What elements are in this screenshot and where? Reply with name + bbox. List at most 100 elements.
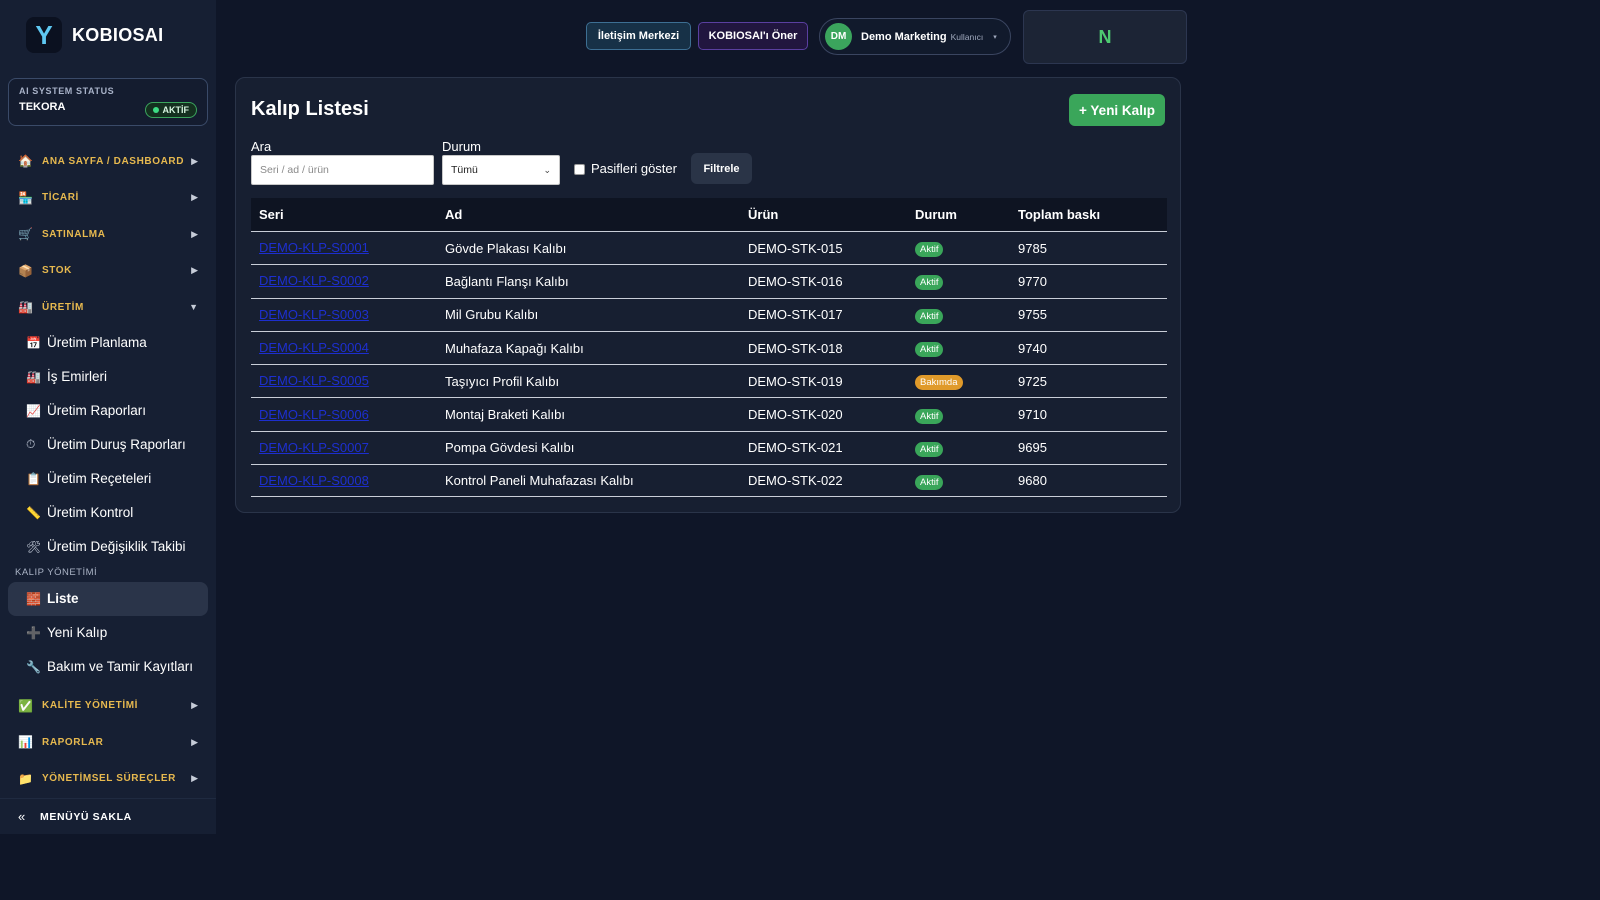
sidebar-item-label: Üretim Duruş Raporları	[47, 437, 186, 452]
search-label: Ara	[251, 139, 272, 154]
search-input[interactable]	[251, 155, 434, 185]
folder-icon: 📁	[18, 771, 33, 786]
ai-system-status-box: AI SYSTEM STATUS TEKORA AKTİF	[8, 78, 208, 126]
table-row[interactable]: DEMO-KLP-S0002 Bağlantı Flanşı Kalıbı DEMO…	[251, 264, 1167, 297]
mold-serial-link[interactable]: DEMO-KLP-S0008	[259, 473, 369, 488]
mold-serial-link[interactable]: DEMO-KLP-S0005	[259, 373, 369, 388]
avatar: DM	[825, 23, 852, 50]
sidebar-group-stok[interactable]: 📦 STOK ▶	[0, 253, 216, 290]
user-role: Kullanıcı	[950, 31, 984, 42]
bar-chart-icon: 📊	[18, 735, 33, 750]
sidebar-group-satinalma[interactable]: 🛒 SATINALMA ▶	[0, 216, 216, 253]
sidebar: Y KOBIOSAI AI SYSTEM STATUS TEKORA AKTİF…	[0, 0, 216, 834]
sidebar-item-degisiklik-takibi[interactable]: 🛠 Üretim Değişiklik Takibi	[8, 530, 208, 564]
mold-serial-link[interactable]: DEMO-KLP-S0002	[259, 273, 369, 288]
sidebar-item-bakim-tamir[interactable]: 🔧 Bakım ve Tamir Kayıtları	[8, 650, 208, 684]
sidebar-item-receteler[interactable]: 📋 Üretim Reçeteleri	[8, 462, 208, 496]
mold-name-cell: Montaj Braketi Kalıbı	[445, 407, 565, 423]
hide-menu-button[interactable]: « MENÜYÜ SAKLA	[0, 798, 216, 834]
sidebar-group-label: SATINALMA	[42, 228, 106, 240]
sidebar-item-is-emirleri[interactable]: 🏭 İş Emirleri	[8, 360, 208, 394]
contact-center-button[interactable]: İletişim Merkezi	[586, 22, 691, 50]
sidebar-group-uretim[interactable]: 🏭 ÜRETİM ▼	[0, 289, 216, 326]
status-badge: Aktif	[915, 441, 944, 457]
total-prints-cell: 9785	[1018, 240, 1047, 256]
column-header-name[interactable]: Ad	[445, 207, 748, 222]
total-prints-cell: 9680	[1018, 473, 1047, 489]
brand-name: KOBIOSAI	[72, 24, 164, 45]
sidebar-group-label: YÖNETİMSEL SÜREÇLER	[42, 773, 177, 785]
mold-name-cell: Mil Grubu Kalıbı	[445, 307, 539, 323]
mold-name-cell: Gövde Plakası Kalıbı	[445, 240, 567, 256]
table-row[interactable]: DEMO-KLP-S0006 Montaj Braketi Kalıbı DEMO-…	[251, 397, 1167, 430]
sidebar-group-raporlar[interactable]: 📊 RAPORLAR ▶	[0, 724, 216, 761]
total-prints-cell: 9770	[1018, 273, 1047, 289]
show-passive-label[interactable]: Pasifleri göster	[591, 161, 677, 176]
status-badge: Aktif	[915, 275, 944, 291]
table-row[interactable]: DEMO-KLP-S0003 Mil Grubu Kalıbı DEMO-STK-0…	[251, 297, 1167, 331]
status-badge: Aktif	[915, 474, 944, 490]
total-prints-cell: 9725	[1018, 373, 1047, 389]
column-header-status[interactable]: Durum	[915, 207, 1018, 222]
hide-menu-label: MENÜYÜ SAKLA	[40, 810, 132, 823]
sidebar-item-uretim-raporlari[interactable]: 📈 Üretim Raporları	[8, 394, 208, 428]
mold-name-cell: Muhafaza Kapağı Kalıbı	[445, 340, 584, 356]
user-menu[interactable]: DM Demo Marketing Kullanıcı ▾	[819, 18, 1011, 55]
sidebar-group-yonetimsel[interactable]: 📁 YÖNETİMSEL SÜREÇLER ▶	[0, 761, 216, 798]
mold-serial-link[interactable]: DEMO-KLP-S0004	[259, 340, 369, 355]
clipboard-icon: 📋	[26, 471, 41, 486]
table-row[interactable]: DEMO-KLP-S0001 Gövde Plakası Kalıbı DEMO-S…	[251, 231, 1167, 264]
table-row[interactable]: DEMO-KLP-S0005 Taşıyıcı Profil Kalıbı DEMO…	[251, 364, 1167, 397]
status-filter-select[interactable]: Tümü ⌄	[442, 155, 560, 185]
caret-down-icon: ▾	[993, 33, 997, 41]
sidebar-group-kalite[interactable]: ✅ KALİTE YÖNETİMİ ▶	[0, 688, 216, 725]
sidebar-nav: 🏠 ANA SAYFA / DASHBOARD ▶ 🏪 TİCARİ ▶ 🛒 S…	[0, 143, 216, 797]
chevron-right-icon: ▶	[191, 228, 198, 239]
sidebar-item-kalip-liste[interactable]: 🧱 Liste	[8, 581, 208, 616]
sidebar-group-label: TİCARİ	[42, 192, 79, 204]
mold-serial-link[interactable]: DEMO-KLP-S0001	[259, 240, 369, 255]
status-badge: Aktif	[915, 308, 944, 324]
mold-name-cell: Kontrol Paneli Muhafazası Kalıbı	[445, 473, 634, 489]
total-prints-cell: 9695	[1018, 440, 1047, 456]
sidebar-group-label: ANA SAYFA / DASHBOARD	[42, 155, 185, 167]
sidebar-item-label: Bakım ve Tamir Kayıtları	[47, 659, 194, 674]
column-header-product[interactable]: Ürün	[748, 207, 915, 222]
sidebar-item-label: Liste	[47, 591, 79, 606]
box-icon: 📦	[18, 263, 33, 278]
total-prints-cell: 9710	[1018, 407, 1047, 423]
chevron-down-icon: ▼	[189, 302, 198, 313]
brand[interactable]: Y KOBIOSAI	[0, 0, 216, 70]
status-filter-label: Durum	[442, 139, 482, 154]
product-cell: DEMO-STK-022	[748, 473, 843, 489]
sidebar-group-ticari[interactable]: 🏪 TİCARİ ▶	[0, 180, 216, 217]
sidebar-item-yeni-kalip[interactable]: ➕ Yeni Kalıp	[8, 616, 208, 650]
sidebar-group-dashboard[interactable]: 🏠 ANA SAYFA / DASHBOARD ▶	[0, 143, 216, 180]
column-header-serial[interactable]: Seri	[251, 207, 445, 222]
table-row[interactable]: DEMO-KLP-S0007 Pompa Gövdesi Kalıbı DEMO-S…	[251, 430, 1167, 464]
status-badge-label: AKTİF	[162, 105, 190, 115]
show-passive-checkbox[interactable]	[574, 164, 585, 175]
column-header-total[interactable]: Toplam baskı	[1018, 207, 1167, 222]
ruler-icon: 📏	[26, 505, 41, 520]
mold-serial-link[interactable]: DEMO-KLP-S0007	[259, 440, 369, 455]
table-row[interactable]: DEMO-KLP-S0008 Kontrol Paneli Muhafazası …	[251, 464, 1167, 498]
mold-serial-link[interactable]: DEMO-KLP-S0006	[259, 407, 369, 422]
mold-serial-link[interactable]: DEMO-KLP-S0003	[259, 307, 369, 322]
sidebar-item-uretim-kontrol[interactable]: 📏 Üretim Kontrol	[8, 496, 208, 530]
n-box[interactable]: N	[1023, 10, 1187, 64]
status-filter-value: Tümü	[451, 164, 478, 176]
sidebar-group-label: KALİTE YÖNETİMİ	[42, 700, 139, 712]
new-mold-button[interactable]: + Yeni Kalıp	[1069, 94, 1165, 126]
sidebar-item-label: Üretim Raporları	[47, 403, 147, 418]
filter-button[interactable]: Filtrele	[691, 153, 752, 184]
sidebar-item-uretim-planlama[interactable]: 📅 Üretim Planlama	[8, 326, 208, 360]
mold-name-cell: Bağlantı Flanşı Kalıbı	[445, 273, 569, 289]
sidebar-group-label: ÜRETİM	[42, 301, 84, 313]
product-cell: DEMO-STK-019	[748, 373, 843, 389]
sidebar-item-label: Üretim Reçeteleri	[47, 471, 152, 486]
suggest-button[interactable]: KOBIOSAI'ı Öner	[698, 22, 808, 50]
sidebar-item-label: Üretim Planlama	[47, 335, 147, 350]
table-row[interactable]: DEMO-KLP-S0004 Muhafaza Kapağı Kalıbı DEMO…	[251, 330, 1167, 364]
sidebar-item-durus-raporlari[interactable]: ⏱ Üretim Duruş Raporları	[8, 428, 208, 462]
